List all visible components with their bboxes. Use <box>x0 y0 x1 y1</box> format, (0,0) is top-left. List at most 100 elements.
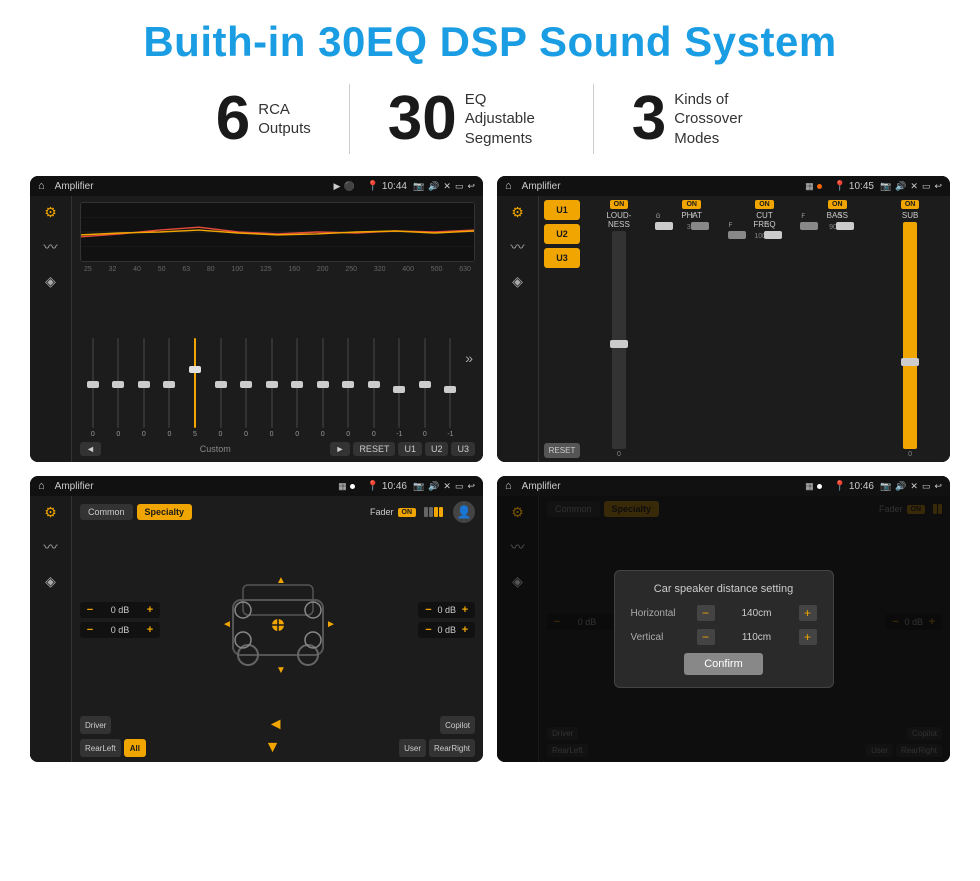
eq-preset-label: Custom <box>104 444 327 454</box>
eq-bottom-controls: ◄ Custom ► RESET U1 U2 U3 <box>80 442 475 456</box>
distance-status-icons: 📷🔊✕▭↩ <box>880 481 942 492</box>
distance-screen-title: Amplifier <box>522 481 800 492</box>
eq-slider-3[interactable]: 0 <box>159 328 181 438</box>
db-plus-0[interactable]: + <box>144 604 156 616</box>
eq-slider-13[interactable]: 0 <box>414 328 436 438</box>
dialog-vertical-minus[interactable]: − <box>697 629 715 645</box>
speaker-distance-dialog: Car speaker distance setting Horizontal … <box>614 570 834 688</box>
eq-reset-btn[interactable]: RESET <box>353 442 395 456</box>
loudness-on-badge: ON <box>610 200 629 209</box>
crossover-reset-btn[interactable]: RESET <box>544 443 580 458</box>
svg-text:◄: ◄ <box>222 619 232 630</box>
eq-slider-14[interactable]: -1 <box>440 328 462 438</box>
crossover-main-area: U1 U2 U3 RESET ON LOUD-NESS <box>539 196 950 462</box>
eq-more-icon[interactable]: » <box>465 350 473 366</box>
sub-slider[interactable] <box>903 222 917 449</box>
eq-content: ⚙ 〰 ◈ <box>30 196 483 462</box>
crossover-status-time: 📍 10:45 <box>834 181 874 192</box>
eq-slider-5[interactable]: 0 <box>210 328 232 438</box>
dialog-horizontal-row: Horizontal − 140cm + <box>631 605 817 621</box>
eq-slider-8[interactable]: 0 <box>286 328 308 438</box>
fader-specialty-tab[interactable]: Specialty <box>137 504 193 520</box>
distance-screen: ⌂ Amplifier ▦ 📍 10:46 📷🔊✕▭↩ ⚙ 〰 ◈ <box>497 476 950 762</box>
crossover-sidebar-vol-icon[interactable]: ◈ <box>512 273 523 290</box>
eq-slider-1[interactable]: 0 <box>108 328 130 438</box>
fader-sidebar-icon1[interactable]: ⚙ <box>44 504 57 521</box>
eq-slider-12[interactable]: -1 <box>389 328 411 438</box>
sub-name: SUB <box>902 211 918 220</box>
distance-status-bar: ⌂ Amplifier ▦ 📍 10:46 📷🔊✕▭↩ <box>497 476 950 496</box>
eq-sidebar-eq-icon[interactable]: ⚙ <box>44 204 57 221</box>
db-plus-1[interactable]: + <box>144 624 156 636</box>
eq-slider-7[interactable]: 0 <box>261 328 283 438</box>
dialog-horizontal-plus[interactable]: + <box>799 605 817 621</box>
eq-sidebar-volume-icon[interactable]: ◈ <box>45 273 56 290</box>
eq-curve-area <box>80 202 475 262</box>
db-control-2: − 0 dB + <box>418 602 475 618</box>
eq-u3-btn[interactable]: U3 <box>451 442 475 456</box>
db-plus-2[interactable]: + <box>459 604 471 616</box>
db-minus-3[interactable]: − <box>422 624 434 636</box>
eq-freq-labels: 25 32 40 50 63 80 100 125 160 200 250 32… <box>80 266 475 273</box>
db-minus-2[interactable]: − <box>422 604 434 616</box>
eq-slider-10[interactable]: 0 <box>337 328 359 438</box>
eq-slider-9[interactable]: 0 <box>312 328 334 438</box>
stat-rca: 6 RCAOutputs <box>178 88 349 150</box>
eq-sidebar-wave-icon[interactable]: 〰 <box>44 237 58 257</box>
eq-slider-0[interactable]: 0 <box>82 328 104 438</box>
stat-rca-number: 6 <box>216 88 250 150</box>
svg-text:►: ► <box>326 619 336 630</box>
phat-on-badge: ON <box>682 200 701 209</box>
crossover-channels: ON LOUD-NESS 0 ON PHAT <box>584 200 945 458</box>
page-title: Buith-in 30EQ DSP Sound System <box>30 18 950 66</box>
fader-rearleft-btn[interactable]: RearLeft <box>80 739 121 757</box>
fader-slider-segments[interactable] <box>424 507 443 517</box>
home-icon[interactable]: ⌂ <box>38 180 45 192</box>
fader-rearright-btn[interactable]: RearRight <box>429 739 475 757</box>
db-minus-0[interactable]: − <box>84 604 96 616</box>
distance-home-icon[interactable]: ⌂ <box>505 480 512 492</box>
db-minus-1[interactable]: − <box>84 624 96 636</box>
crossover-sidebar-wave-icon[interactable]: 〰 <box>511 237 525 257</box>
loudness-slider[interactable] <box>612 231 626 449</box>
db-control-3: − 0 dB + <box>418 622 475 638</box>
dialog-vertical-plus[interactable]: + <box>799 629 817 645</box>
db-value-0: 0 dB <box>99 605 141 615</box>
eq-u2-btn[interactable]: U2 <box>425 442 449 456</box>
eq-slider-4[interactable]: 5 <box>184 328 206 438</box>
fader-sidebar-icon3[interactable]: ◈ <box>45 573 56 590</box>
svg-text:▲: ▲ <box>276 575 286 586</box>
db-plus-3[interactable]: + <box>459 624 471 636</box>
fader-driver-btn[interactable]: Driver <box>80 716 111 734</box>
fader-home-icon[interactable]: ⌂ <box>38 480 45 492</box>
crossover-u1-btn[interactable]: U1 <box>544 200 580 220</box>
channel-cutfreq: ON CUTFREQ F G <box>730 200 800 458</box>
fader-common-tab[interactable]: Common <box>80 504 133 520</box>
crossover-screen: ⌂ Amplifier ▦ 📍 10:45 📷🔊✕▭↩ ⚙ 〰 ◈ <box>497 176 950 462</box>
cutfreq-on-badge: ON <box>755 200 774 209</box>
crossover-u2-btn[interactable]: U2 <box>544 224 580 244</box>
eq-slider-11[interactable]: 0 <box>363 328 385 438</box>
fader-bottom-row: Driver ◄ Copilot <box>80 716 475 734</box>
fader-label: Fader <box>370 507 394 517</box>
profile-icon-fader[interactable]: 👤 <box>453 501 475 523</box>
crossover-u3-btn[interactable]: U3 <box>544 248 580 268</box>
crossover-sidebar-eq-icon[interactable]: ⚙ <box>511 204 524 221</box>
dialog-confirm-button[interactable]: Confirm <box>684 653 763 675</box>
dialog-horizontal-label: Horizontal <box>631 608 691 619</box>
fader-sidebar-icon2[interactable]: 〰 <box>44 537 58 557</box>
fader-user-btn[interactable]: User <box>399 739 426 757</box>
crossover-home-icon[interactable]: ⌂ <box>505 180 512 192</box>
eq-slider-2[interactable]: 0 <box>133 328 155 438</box>
fader-copilot-btn[interactable]: Copilot <box>440 716 475 734</box>
eq-prev-btn[interactable]: ◄ <box>80 442 101 456</box>
eq-next-btn[interactable]: ► <box>330 442 351 456</box>
loudness-name: LOUD-NESS <box>606 211 631 229</box>
fader-status-bar: ⌂ Amplifier ▦ 📍 10:46 📷🔊✕▭↩ <box>30 476 483 496</box>
stat-rca-label: RCAOutputs <box>258 100 311 139</box>
eq-slider-6[interactable]: 0 <box>235 328 257 438</box>
fader-all-btn[interactable]: All <box>124 739 146 757</box>
eq-u1-btn[interactable]: U1 <box>398 442 422 456</box>
dialog-horizontal-minus[interactable]: − <box>697 605 715 621</box>
db-control-0: − 0 dB + <box>80 602 160 618</box>
